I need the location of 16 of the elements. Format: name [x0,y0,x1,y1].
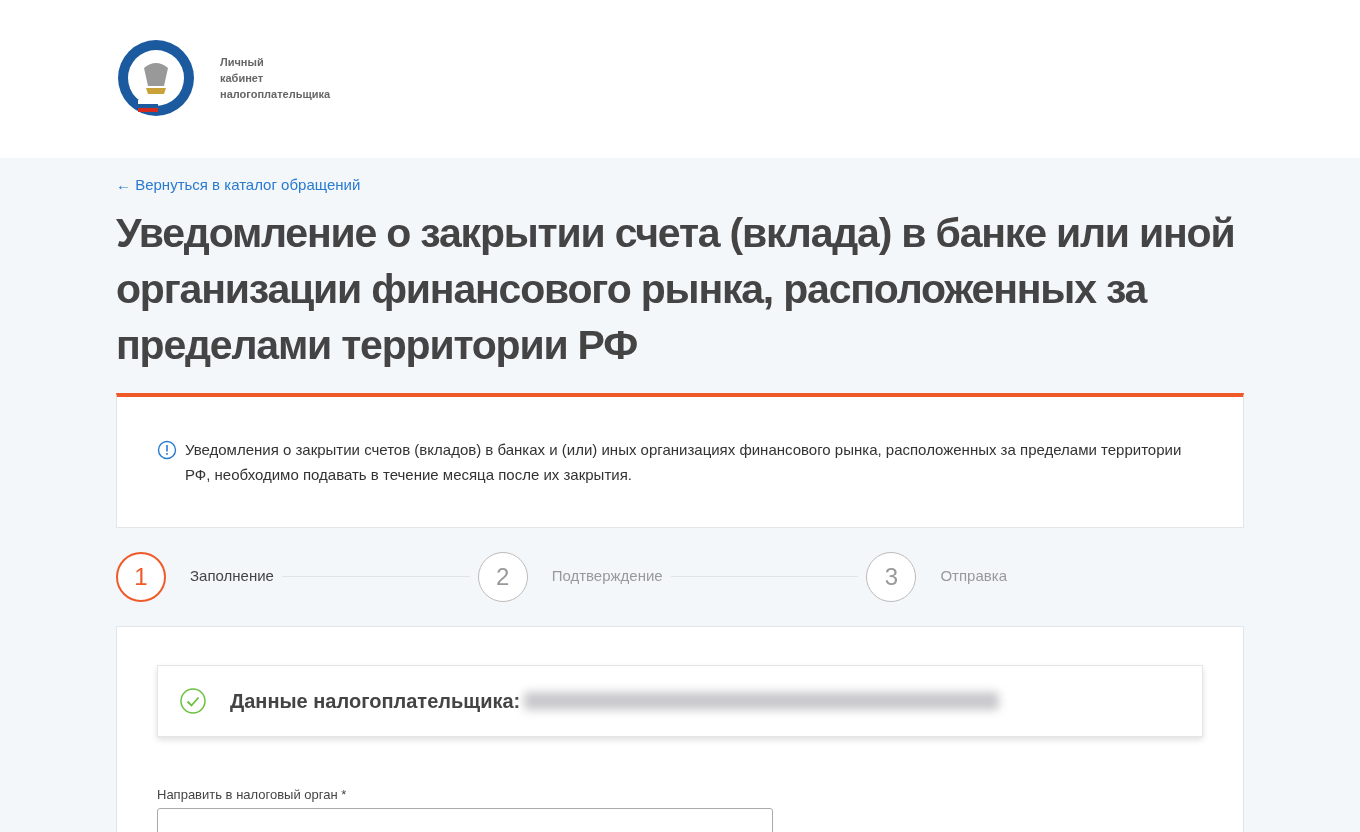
taxpayer-label: Данные налогоплательщика: [230,688,521,714]
field-label: Направить в налоговый орган * [157,785,348,804]
step-number: 1 [116,551,166,602]
notice-text: Уведомления о закрытии счетов (вкладов) в банках и (или) иных организациях финансового рынка, расположенных за пределами территории РФ, необходимо подавать в течение месяца после их закрытия. [185,439,1183,485]
logo-caption: кабинет [220,71,265,86]
step-number: 2 [477,551,528,602]
step-label: Заполнение [190,566,274,587]
back-link[interactable]: ← Вернуться в каталог обращений [116,176,361,193]
emblem-logo-icon [116,38,196,118]
step-label: Отправка [940,566,1007,587]
logo-caption: Личный [220,55,265,70]
logo-caption: налогоплательщика [220,87,331,102]
page-title: Уведомление о закрытии счета (вклада) в банке или иной организации финансового рынка, расположенных за пределами территории РФ [116,208,1236,370]
step-label: Подтверждение [551,566,663,587]
info-icon [157,439,177,460]
step-number: 3 [866,551,917,602]
